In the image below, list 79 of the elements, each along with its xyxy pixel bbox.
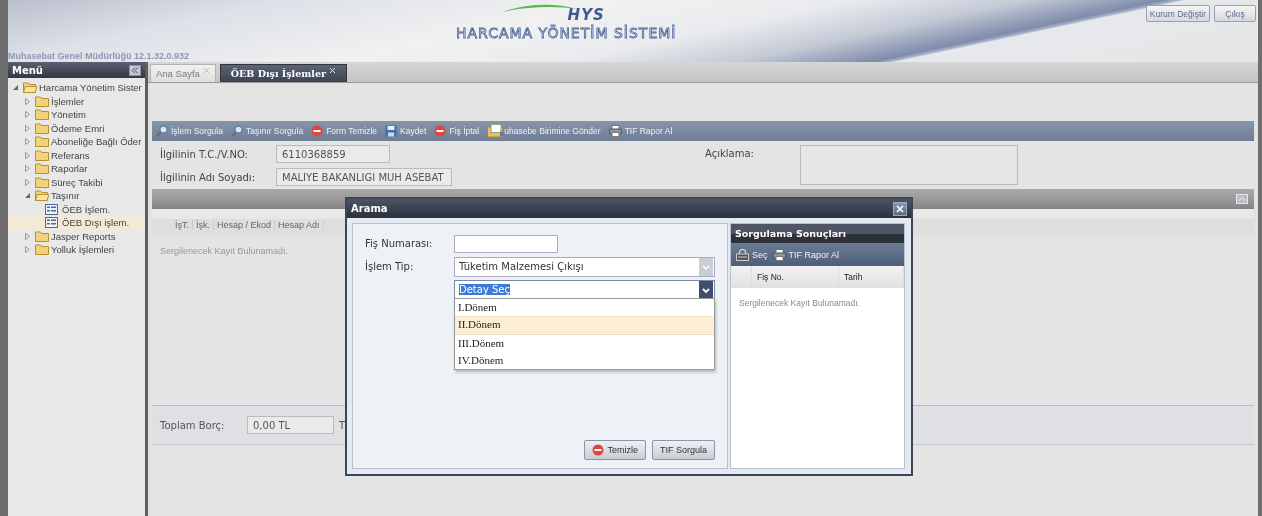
collapse-icon (1236, 194, 1248, 204)
tree-item[interactable]: Jasper Reports (8, 229, 145, 243)
tree-item[interactable]: Harcama Yönetim Sister (8, 81, 145, 95)
open-folder-icon (35, 190, 49, 202)
close-icon (895, 203, 905, 214)
dialog-button[interactable]: Temizle (584, 440, 646, 460)
printer-icon (772, 248, 786, 261)
input-field[interactable] (454, 234, 558, 253)
folder-icon (35, 149, 49, 161)
search-icon (230, 125, 243, 137)
text-area[interactable] (800, 145, 1018, 185)
tree-item[interactable]: ÖEB Dışı işlem. (8, 216, 145, 230)
version-text: Muhasebat Genel Müdürlüğü 12.1.32.0.932 (8, 51, 190, 61)
input-field[interactable]: 6110368859 (276, 145, 390, 163)
field-label: Fiş Numarası: (365, 238, 434, 249)
tree-item[interactable]: Ödeme Emri (8, 121, 145, 135)
close-button[interactable] (893, 201, 907, 216)
tree-item[interactable]: Raporlar (8, 162, 145, 176)
tree-item[interactable]: Yönetim (8, 108, 145, 122)
column-header[interactable]: Hesap / Ekod (214, 220, 276, 230)
close-icon (328, 67, 336, 74)
folder-icon (35, 244, 49, 256)
toolbar-button[interactable]: Seç (736, 248, 768, 261)
tree-item[interactable]: Referans (8, 148, 145, 162)
field-label: İlgilinin T.C./V.NO: (160, 148, 249, 160)
column-header[interactable]: Hesap Adı (275, 220, 324, 230)
header-button[interactable]: Çıkış (1214, 5, 1256, 22)
tree-item[interactable]: Süreç Takibi (8, 175, 145, 189)
dialog-button[interactable]: TIF Sorgula (651, 440, 715, 460)
toolbar-button[interactable]: TIF Rapor Al (772, 248, 840, 261)
open-folder-icon (23, 82, 37, 94)
header-button[interactable]: Kurum Değiştir (1145, 5, 1210, 22)
system-title: HARCAMA YÖNETİM SİSTEMİ (456, 25, 677, 41)
folder-icon (35, 136, 49, 148)
input-field[interactable]: MALİYE BAKANLIĞI MUH ASEBAT (276, 168, 452, 186)
tree-item[interactable]: Yolluk İşlemleri (8, 243, 145, 257)
tab[interactable]: Ana Sayfa (150, 64, 216, 82)
dialog-title: Arama (351, 203, 388, 214)
column-header[interactable]: Tarih (839, 266, 904, 287)
chevron-down-icon (699, 257, 713, 276)
tree-item[interactable]: ÖEB İşlem. (8, 202, 145, 216)
collapse-icon (129, 64, 141, 76)
minus-circle-icon (311, 125, 324, 137)
search-icon (156, 125, 168, 137)
dropdown-option[interactable]: III.Dönem (455, 335, 714, 352)
results-title: Sorgulama Sonuçları (735, 228, 847, 239)
column-header[interactable]: Fiş No. (752, 266, 839, 287)
form-icon (45, 217, 58, 229)
close-icon (202, 67, 210, 74)
tree-item[interactable]: Taşınır (8, 189, 145, 203)
folder-icon (35, 122, 49, 134)
minus-circle-icon (434, 125, 447, 137)
folder-icon (35, 95, 49, 107)
form-icon (45, 203, 58, 215)
tab[interactable]: ÖEB Dışı İşlemler (219, 64, 347, 82)
field-label: Açıklama: (705, 148, 755, 159)
field-label: İlgilinin Adı Soyadı: (160, 171, 257, 183)
folder-icon (35, 163, 49, 175)
column-header[interactable]: İşT. (172, 220, 193, 230)
field-label: İşlem Tip: (365, 261, 415, 272)
dropdown[interactable]: Detay Seç (454, 279, 715, 300)
dropdown[interactable]: Tüketim Malzemesi Çıkışı (454, 256, 715, 277)
logo-text: HYS (567, 6, 605, 24)
field-label: T (339, 419, 346, 431)
dropdown-option[interactable]: IV.Dönem (455, 352, 714, 369)
input-field[interactable]: 0,00 TL (247, 416, 334, 434)
tree-item[interactable]: Aboneliğe Bağlı Öder (8, 135, 145, 149)
empty-message: Sergilenecek Kayıt Bulunamadı. (738, 297, 861, 310)
tree-item[interactable]: İşlemler (8, 94, 145, 108)
empty-message: Sergilenecek Kayıt Bulunamadı. (160, 246, 289, 256)
printer-icon (608, 125, 622, 137)
menu-title: Menü (12, 64, 43, 76)
dropdown-option[interactable]: I.Dönem (455, 299, 714, 316)
folder-icon (35, 109, 49, 121)
column-header[interactable]: İşk. (193, 220, 215, 230)
minus-circle-icon (592, 444, 605, 456)
folder-icon (35, 176, 49, 188)
field-label: Toplam Borç: (160, 419, 226, 431)
dropdown-option[interactable]: II.Dönem (455, 316, 714, 335)
